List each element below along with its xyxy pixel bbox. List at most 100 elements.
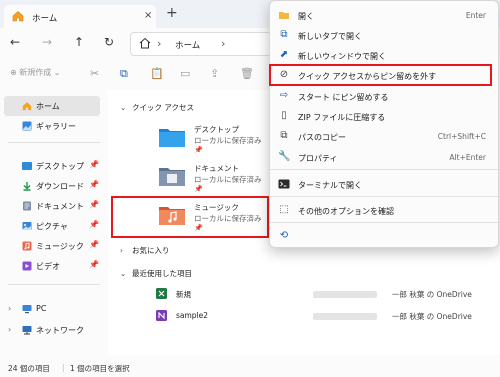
- file-name: sample2: [176, 311, 209, 320]
- expand-chevron-icon: ›: [120, 246, 123, 255]
- cut-icon[interactable]: ✂: [90, 67, 99, 80]
- file-name: 新規: [176, 290, 191, 299]
- sidebar-item-pictures[interactable]: ピクチャ 📌: [0, 216, 100, 236]
- highlight-box: [269, 64, 492, 86]
- share-icon[interactable]: ⇪: [210, 67, 219, 80]
- back-arrow-icon[interactable]: ←: [10, 35, 20, 49]
- up-arrow-icon[interactable]: ↑: [74, 35, 84, 49]
- rename-icon[interactable]: ▭: [180, 67, 190, 80]
- sidebar-item-documents[interactable]: ドキュメント 📌: [0, 196, 100, 216]
- sidebar-item-label: ピクチャ: [36, 222, 68, 231]
- sidebar-item-label: ミュージック: [36, 242, 84, 251]
- shortcut: Enter: [465, 11, 486, 20]
- folder-location: ローカルに保存済み: [194, 175, 262, 184]
- status-bar: 24 個の項目 | 1 個の項目を選択: [0, 355, 500, 377]
- menu-item-open-new-window[interactable]: ⬈ 新しいウィンドウで開く: [270, 45, 498, 65]
- divider: [8, 284, 100, 285]
- pin-start-icon: ⇨: [279, 90, 289, 101]
- item-count: 24 個の項目: [8, 364, 50, 373]
- more-options-icon: ⬚: [279, 204, 289, 215]
- quick-access-header[interactable]: ⌄ クイック アクセス: [120, 102, 194, 113]
- pictures-folder-icon: [22, 221, 32, 231]
- tab-title: ホーム: [32, 14, 58, 24]
- folder-open-icon: [278, 9, 290, 21]
- desktop-folder-icon: [22, 161, 32, 171]
- menu-item-copy-path[interactable]: ⧉ パスのコピー Ctrl+Shift+C: [270, 126, 498, 146]
- menu-item-open-new-tab[interactable]: ⧉ 新しいタブで開く: [270, 25, 498, 45]
- sidebar-item-label: ダウンロード: [36, 182, 84, 191]
- new-button[interactable]: ⊕ 新規作成 ⌄: [10, 67, 61, 78]
- menu-item-onedrive[interactable]: ⟲: [270, 226, 498, 246]
- sidebar-item-label: ドキュメント: [36, 202, 84, 211]
- breadcrumb-separator: ›: [157, 37, 162, 50]
- copy-icon[interactable]: ⧉: [120, 67, 128, 81]
- sidebar-item-network[interactable]: ネットワーク: [0, 320, 100, 340]
- pin-icon: 📌: [194, 185, 203, 193]
- pin-icon: 📌: [194, 146, 203, 154]
- folder-name: ドキュメント: [194, 164, 239, 173]
- menu-item-open-terminal[interactable]: ターミナルで開く: [270, 174, 498, 194]
- delete-icon[interactable]: 🗑: [240, 67, 254, 80]
- tab-close-icon[interactable]: ×: [144, 10, 152, 21]
- sidebar-item-music[interactable]: ミュージック 📌: [0, 236, 100, 256]
- collapse-chevron-icon: ⌄: [120, 269, 127, 278]
- onenote-file-icon: [156, 310, 167, 321]
- wrench-icon: 🔧: [278, 151, 291, 162]
- highlight-box: [111, 196, 269, 238]
- home-icon: [12, 10, 24, 24]
- new-tab-button[interactable]: +: [166, 5, 178, 21]
- address-home-icon: [139, 37, 151, 51]
- redacted-date: [313, 313, 377, 320]
- sidebar-item-gallery[interactable]: ギャラリー: [0, 116, 100, 136]
- menu-item-compress-zip[interactable]: ▯ ZIP ファイルに圧縮する: [270, 106, 498, 126]
- menu-divider: [270, 222, 498, 223]
- tab-home[interactable]: ホーム ×: [4, 5, 156, 28]
- music-folder-icon: [22, 241, 32, 251]
- pin-icon: 📌: [89, 180, 99, 189]
- pin-icon: 📌: [89, 160, 99, 169]
- favorites-header[interactable]: › お気に入り: [120, 245, 170, 256]
- onedrive-link-icon: ⟲: [279, 230, 289, 241]
- menu-item-pin-to-start[interactable]: ⇨ スタート にピン留めする: [270, 86, 498, 106]
- sidebar-item-label: PC: [36, 304, 47, 313]
- sidebar-item-downloads[interactable]: ダウンロード 📌: [0, 176, 100, 196]
- document-folder-icon: [22, 201, 32, 211]
- context-menu: 開く Enter ⧉ 新しいタブで開く ⬈ 新しいウィンドウで開く ⊘ クイック…: [269, 0, 499, 248]
- menu-divider: [270, 196, 498, 197]
- sidebar-item-videos[interactable]: ビデオ 📌: [0, 256, 100, 276]
- breadcrumb-home[interactable]: ホーム: [175, 39, 200, 51]
- sidebar-item-label: ホーム: [36, 102, 60, 111]
- folder-name: デスクトップ: [194, 125, 239, 134]
- home-icon: [22, 101, 32, 111]
- menu-divider: [270, 169, 498, 170]
- sidebar-item-pc[interactable]: PC: [0, 299, 100, 319]
- document-folder-icon: [159, 168, 185, 186]
- menu-item-open[interactable]: 開く Enter: [270, 5, 498, 25]
- pin-icon: 📌: [89, 240, 99, 249]
- paste-icon[interactable]: 📋: [150, 67, 164, 80]
- forward-arrow-icon[interactable]: →: [42, 35, 52, 49]
- menu-item-properties[interactable]: 🔧 プロパティ Alt+Enter: [270, 147, 498, 167]
- address-bar[interactable]: › ホーム ›: [130, 32, 280, 56]
- pin-icon: 📌: [89, 260, 99, 269]
- copy-path-icon: ⧉: [280, 130, 288, 141]
- download-icon: [22, 181, 32, 191]
- file-location: 一郎 秋葉 の OneDrive: [392, 290, 472, 299]
- recent-header[interactable]: ⌄ 最近使用した項目: [120, 268, 192, 279]
- sidebar-item-home[interactable]: ホーム: [4, 96, 100, 116]
- refresh-icon[interactable]: ↻: [104, 35, 114, 49]
- selected-count: 1 個の項目を選択: [70, 364, 130, 373]
- video-folder-icon: [22, 261, 32, 271]
- divider: [8, 142, 100, 143]
- terminal-icon: [278, 178, 290, 190]
- sidebar-item-desktop[interactable]: デスクトップ 📌: [0, 156, 100, 176]
- file-location: 一郎 秋葉 の OneDrive: [392, 312, 472, 321]
- status-divider: |: [62, 363, 65, 372]
- menu-item-more-options[interactable]: ⬚ その他のオプションを確認: [270, 200, 498, 220]
- breadcrumb-separator: ›: [221, 37, 226, 50]
- redacted-date: [313, 291, 377, 298]
- desktop-folder-icon: [159, 129, 185, 147]
- command-bar: ⊕ 新規作成 ⌄ ✂ ⧉ 📋 ▭ ⇪ 🗑: [0, 58, 270, 91]
- new-tab-icon: ⧉: [280, 29, 288, 40]
- collapse-chevron-icon: ⌄: [120, 103, 127, 112]
